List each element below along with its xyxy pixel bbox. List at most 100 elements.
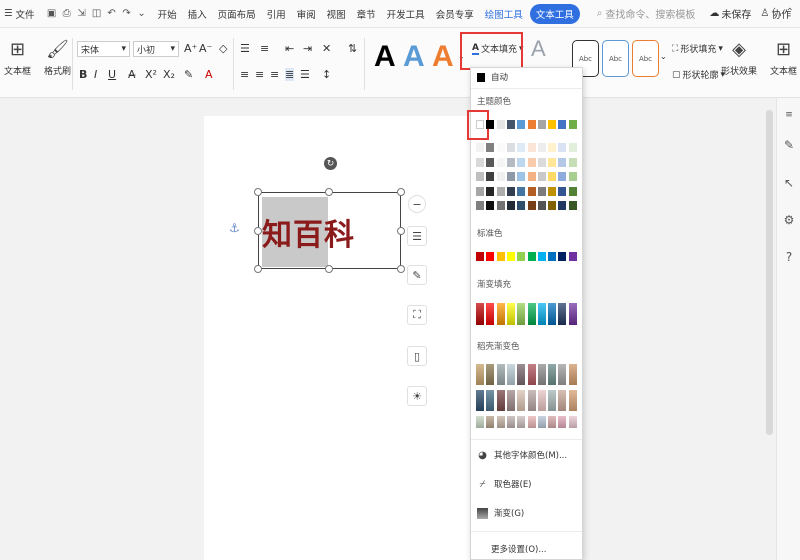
- sidebar-menu-icon[interactable]: ≡: [782, 108, 796, 122]
- theme-shade-swatch[interactable]: [506, 157, 515, 167]
- gradient-fill-swatch[interactable]: [568, 303, 577, 325]
- theme-color-swatch[interactable]: [476, 120, 484, 129]
- theme-shade-swatch[interactable]: [496, 201, 505, 210]
- theme-shade-swatch[interactable]: [496, 157, 505, 167]
- theme-shade-swatch[interactable]: [506, 186, 515, 196]
- file-menu[interactable]: ☰ 文件: [4, 7, 35, 21]
- preset-gradient-swatch[interactable]: [537, 364, 546, 385]
- chinese-layout-icon[interactable]: ✕: [322, 42, 331, 55]
- text-style-blue[interactable]: A: [403, 40, 425, 74]
- theme-shade-swatch[interactable]: [517, 172, 526, 181]
- theme-shade-swatch[interactable]: [537, 157, 546, 167]
- align-center-icon[interactable]: ≡: [255, 68, 264, 81]
- font-name-select[interactable]: 宋体 ▾: [77, 41, 130, 57]
- gradient-fill-swatch[interactable]: [506, 303, 515, 325]
- theme-color-swatch[interactable]: [537, 120, 546, 129]
- sort-icon[interactable]: ⇅: [348, 42, 357, 55]
- gradient-fill-swatch[interactable]: [476, 303, 484, 325]
- redo-icon[interactable]: ↷: [121, 8, 133, 20]
- preset-gradient-swatch[interactable]: [527, 364, 536, 385]
- shape-style-orange[interactable]: Abc: [632, 40, 659, 77]
- resize-handle[interactable]: [254, 227, 262, 235]
- preset-gradient-swatch[interactable]: [527, 416, 536, 428]
- text-effect-icon[interactable]: A: [531, 36, 546, 62]
- gradient-fill-swatch[interactable]: [496, 303, 505, 325]
- format-painter-button[interactable]: 🖌 格式刷: [44, 38, 71, 78]
- preset-gradient-swatch[interactable]: [506, 390, 515, 411]
- standard-color-swatch[interactable]: [568, 252, 577, 261]
- preset-gradient-swatch[interactable]: [548, 364, 557, 385]
- preset-gradient-swatch[interactable]: [568, 364, 577, 385]
- tab-drawing-tools[interactable]: 绘图工具: [485, 7, 523, 21]
- collapse-float-icon[interactable]: −: [408, 195, 426, 213]
- font-size-select[interactable]: 小初 ▾: [133, 41, 179, 57]
- customize-icon[interactable]: ⌄: [136, 8, 148, 20]
- theme-shade-swatch[interactable]: [486, 157, 495, 167]
- preset-gradient-swatch[interactable]: [476, 390, 484, 411]
- outline-float-icon[interactable]: ▯: [407, 346, 427, 366]
- resize-handle[interactable]: [325, 265, 333, 273]
- preset-gradient-swatch[interactable]: [486, 416, 495, 428]
- theme-shade-swatch[interactable]: [558, 157, 567, 167]
- preset-gradient-swatch[interactable]: [496, 364, 505, 385]
- resize-handle[interactable]: [397, 227, 405, 235]
- tab-view[interactable]: 视图: [327, 7, 346, 21]
- vertical-scrollbar[interactable]: [766, 110, 773, 435]
- layout-options-icon[interactable]: ☰: [407, 226, 427, 246]
- preset-gradient-swatch[interactable]: [517, 416, 526, 428]
- theme-shade-swatch[interactable]: [527, 172, 536, 181]
- resize-handle[interactable]: [397, 188, 405, 196]
- theme-color-swatch[interactable]: [527, 120, 536, 129]
- export-icon[interactable]: ⇲: [76, 8, 88, 20]
- resize-handle[interactable]: [254, 188, 262, 196]
- theme-shade-swatch[interactable]: [496, 186, 505, 196]
- preset-gradient-swatch[interactable]: [558, 416, 567, 428]
- theme-color-swatch[interactable]: [558, 120, 567, 129]
- theme-color-swatch[interactable]: [486, 120, 495, 129]
- eyedropper-item[interactable]: ⌿ 取色器(E): [477, 478, 532, 491]
- adjust-icon[interactable]: ⚙: [782, 213, 796, 227]
- theme-shade-swatch[interactable]: [486, 186, 495, 196]
- gradient-fill-swatch[interactable]: [558, 303, 567, 325]
- theme-shade-swatch[interactable]: [486, 143, 495, 152]
- theme-shade-swatch[interactable]: [517, 201, 526, 210]
- unsaved-status[interactable]: ☁ 未保存: [709, 6, 751, 21]
- tab-section[interactable]: 章节: [357, 7, 376, 21]
- preset-gradient-swatch[interactable]: [568, 416, 577, 428]
- theme-color-swatch[interactable]: [568, 120, 577, 129]
- tab-home[interactable]: 开始: [158, 7, 177, 21]
- theme-shade-swatch[interactable]: [527, 157, 536, 167]
- standard-color-swatch[interactable]: [558, 252, 567, 261]
- pen-icon[interactable]: ✎: [407, 265, 427, 285]
- theme-shade-swatch[interactable]: [548, 186, 557, 196]
- standard-color-swatch[interactable]: [476, 252, 484, 261]
- standard-color-swatch[interactable]: [486, 252, 495, 261]
- underline-icon[interactable]: U: [108, 68, 116, 81]
- preset-gradient-swatch[interactable]: [558, 364, 567, 385]
- preset-gradient-swatch[interactable]: [548, 416, 557, 428]
- preset-gradient-swatch[interactable]: [537, 390, 546, 411]
- collapse-icon[interactable]: ⌃: [786, 7, 794, 18]
- increase-indent-icon[interactable]: ⇥: [303, 42, 312, 55]
- theme-shade-swatch[interactable]: [568, 157, 577, 167]
- theme-shade-swatch[interactable]: [548, 201, 557, 210]
- document-page[interactable]: [204, 116, 504, 560]
- preset-gradient-swatch[interactable]: [476, 416, 484, 428]
- preset-gradient-swatch[interactable]: [486, 364, 495, 385]
- theme-shade-swatch[interactable]: [537, 143, 546, 152]
- gradient-fill-swatch[interactable]: [486, 303, 495, 325]
- shrink-font-icon[interactable]: A⁻: [199, 42, 212, 55]
- strikethrough-icon[interactable]: A̶: [128, 68, 136, 81]
- preset-gradient-swatch[interactable]: [517, 390, 526, 411]
- preset-gradient-swatch[interactable]: [506, 416, 515, 428]
- superscript-icon[interactable]: X²: [145, 68, 157, 81]
- gradient-fill-swatch[interactable]: [517, 303, 526, 325]
- tab-review[interactable]: 审阅: [297, 7, 316, 21]
- theme-shade-swatch[interactable]: [537, 172, 546, 181]
- theme-color-swatch[interactable]: [506, 120, 515, 129]
- font-color-icon[interactable]: A: [205, 68, 213, 81]
- theme-shade-swatch[interactable]: [548, 157, 557, 167]
- gradient-item[interactable]: 渐变(G): [477, 507, 524, 519]
- standard-color-swatch[interactable]: [548, 252, 557, 261]
- theme-shade-swatch[interactable]: [506, 143, 515, 152]
